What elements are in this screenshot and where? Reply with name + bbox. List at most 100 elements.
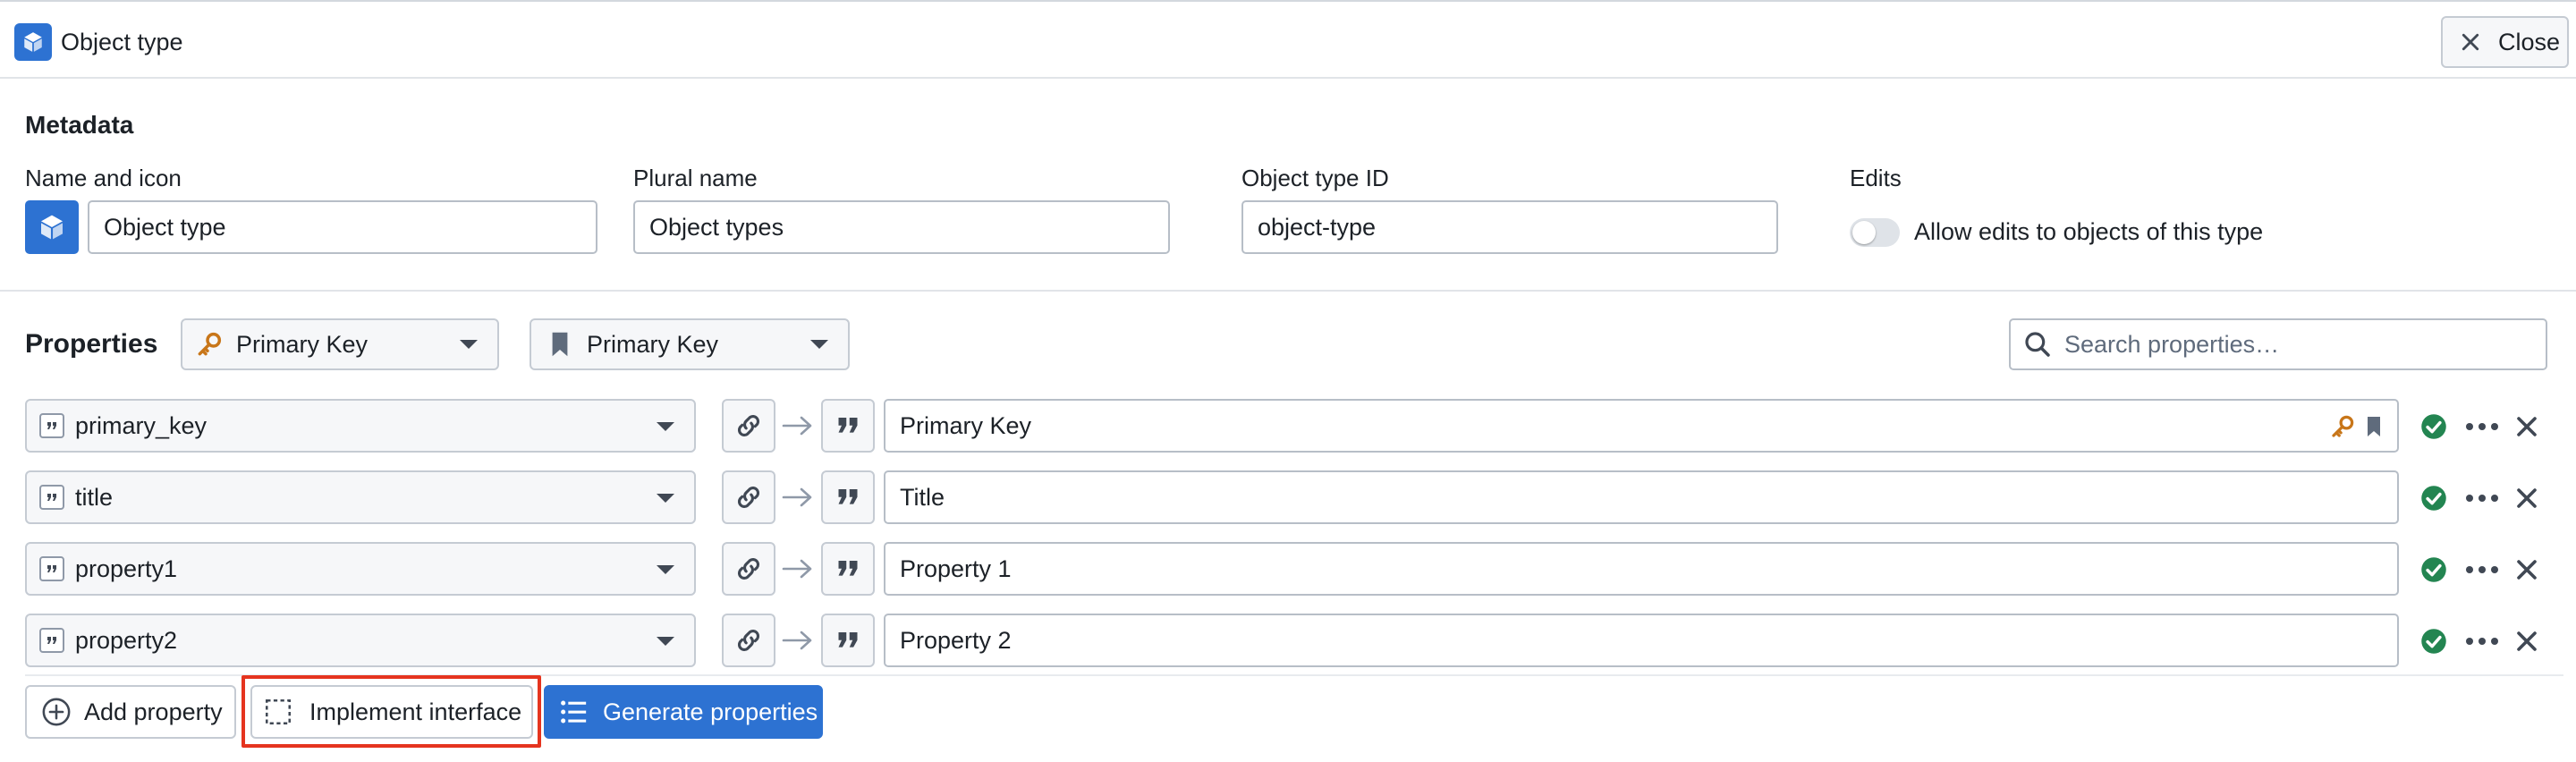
more-options-icon[interactable] <box>2466 628 2498 655</box>
interface-dashed-icon <box>265 698 292 725</box>
property-name-input[interactable]: Property 2 <box>884 614 2399 667</box>
link-button[interactable] <box>722 614 775 667</box>
property-row: title Title <box>0 470 2576 524</box>
panel-title: Object type <box>61 29 183 55</box>
add-property-button[interactable]: Add property <box>25 685 236 739</box>
source-column-label: primary_key <box>75 411 208 439</box>
source-column-label: property2 <box>75 626 178 654</box>
property-row: property1 Property 1 <box>0 542 2576 596</box>
property-name-value: Property 1 <box>900 555 1012 582</box>
property-name-value: Title <box>900 483 945 511</box>
primary-key-select-label: Primary Key <box>236 330 369 358</box>
remove-icon[interactable] <box>2513 485 2540 512</box>
search-icon <box>2025 332 2050 357</box>
chevron-down-icon <box>657 637 674 646</box>
generate-properties-button[interactable]: Generate properties <box>544 685 823 739</box>
string-type-icon <box>39 556 64 581</box>
source-column-select[interactable]: title <box>25 470 696 524</box>
link-icon <box>737 629 760 652</box>
add-circle-icon <box>42 698 71 726</box>
more-options-icon[interactable] <box>2466 556 2498 583</box>
property-type-button[interactable] <box>821 470 875 524</box>
chevron-down-icon <box>657 494 674 503</box>
check-circle-icon <box>2421 486 2446 511</box>
name-input[interactable]: Object type <box>88 200 597 254</box>
property-name-value: Primary Key <box>900 411 1032 439</box>
arrow-right-icon <box>782 559 812 579</box>
key-icon <box>198 332 222 356</box>
bookmark-icon <box>2368 417 2380 436</box>
link-icon <box>737 557 760 580</box>
object-icon-picker[interactable] <box>25 200 79 254</box>
source-column-label: property1 <box>75 555 178 582</box>
source-column-select[interactable]: property2 <box>25 614 696 667</box>
check-circle-icon <box>2421 629 2446 654</box>
property-name-input[interactable]: Primary Key <box>884 399 2399 453</box>
object-type-id-label: Object type ID <box>1241 165 1389 191</box>
chevron-down-icon <box>810 340 828 349</box>
property-type-button[interactable] <box>821 542 875 596</box>
plural-name-input[interactable]: Object types <box>633 200 1170 254</box>
title-key-select-label: Primary Key <box>587 330 719 358</box>
title-key-select[interactable]: Primary Key <box>530 318 850 370</box>
more-options-icon[interactable] <box>2466 485 2498 512</box>
metadata-section-title: Metadata <box>25 111 134 139</box>
source-column-label: title <box>75 483 114 511</box>
arrow-right-icon <box>782 631 812 650</box>
link-icon <box>737 486 760 509</box>
name-and-icon-label: Name and icon <box>25 165 182 191</box>
chevron-down-icon <box>657 422 674 431</box>
section-divider <box>0 290 2576 292</box>
remove-icon[interactable] <box>2513 628 2540 655</box>
source-column-select[interactable]: primary_key <box>25 399 696 453</box>
arrow-right-icon <box>782 416 812 436</box>
string-type-icon <box>39 413 64 438</box>
plural-name-label: Plural name <box>633 165 758 191</box>
link-button[interactable] <box>722 470 775 524</box>
string-type-icon <box>39 485 64 510</box>
property-type-button[interactable] <box>821 399 875 453</box>
implement-interface-label: Implement interface <box>309 698 522 725</box>
check-circle-icon <box>2421 557 2446 582</box>
list-divider <box>25 674 2563 676</box>
property-type-button[interactable] <box>821 614 875 667</box>
string-type-icon <box>835 626 860 656</box>
string-type-icon <box>835 483 860 512</box>
panel-header: Object type Close <box>0 0 2576 79</box>
arrow-right-icon <box>782 487 812 507</box>
property-row: property2 Property 2 <box>0 614 2576 667</box>
string-type-icon <box>835 411 860 441</box>
more-options-icon[interactable] <box>2466 413 2498 440</box>
generate-properties-label: Generate properties <box>603 698 818 725</box>
close-icon <box>2462 33 2479 51</box>
link-button[interactable] <box>722 399 775 453</box>
property-name-input[interactable]: Property 1 <box>884 542 2399 596</box>
object-type-panel: Object type Close Metadata Name and icon… <box>0 0 2576 762</box>
allow-edits-toggle[interactable] <box>1850 218 1900 247</box>
cube-icon <box>14 23 52 61</box>
add-property-label: Add property <box>84 698 223 725</box>
string-type-icon <box>835 555 860 584</box>
implement-interface-button[interactable]: Implement interface <box>250 685 533 739</box>
property-badges <box>2329 413 2383 440</box>
search-properties-input[interactable]: Search properties… <box>2009 318 2547 370</box>
key-icon <box>2332 415 2354 437</box>
remove-icon[interactable] <box>2513 556 2540 583</box>
property-row: primary_key Primary Key <box>0 399 2576 453</box>
edits-label: Edits <box>1850 165 1902 191</box>
toggle-knob <box>1852 221 1876 244</box>
property-name-input[interactable]: Title <box>884 470 2399 524</box>
object-type-id-input[interactable]: object-type <box>1241 200 1778 254</box>
check-circle-icon <box>2421 414 2446 439</box>
property-name-value: Property 2 <box>900 626 1012 654</box>
link-button[interactable] <box>722 542 775 596</box>
primary-key-select[interactable]: Primary Key <box>181 318 499 370</box>
link-icon <box>737 414 760 437</box>
source-column-select[interactable]: property1 <box>25 542 696 596</box>
close-button-label: Close <box>2498 28 2561 55</box>
close-button[interactable]: Close <box>2441 16 2569 68</box>
remove-icon[interactable] <box>2513 413 2540 440</box>
string-type-icon <box>39 628 64 653</box>
list-icon <box>561 700 587 724</box>
properties-section-title: Properties <box>25 329 158 359</box>
